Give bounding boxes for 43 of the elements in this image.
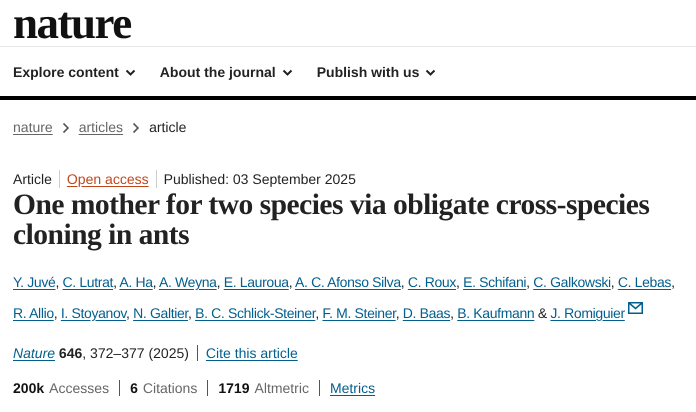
author-link[interactable]: C. Lebas [618, 274, 672, 290]
published-date: Published: 03 September 2025 [156, 170, 363, 188]
mail-icon[interactable] [628, 302, 643, 314]
author-link[interactable]: E. Lauroua [224, 274, 289, 290]
metric-label: Altmetric [254, 380, 309, 396]
author-link[interactable]: C. Lutrat [62, 274, 114, 290]
author-link[interactable]: B. Kaufmann [457, 305, 534, 321]
author-link[interactable]: R. Allio [13, 305, 54, 321]
cite-article-link[interactable]: Cite this article [198, 345, 298, 361]
author-link[interactable]: A. Weyna [158, 274, 217, 290]
metric-value: 200k [13, 380, 44, 396]
metric-value: 6 [130, 380, 138, 396]
author-link[interactable]: A. Ha [119, 274, 153, 290]
breadcrumb-link[interactable]: articles [78, 119, 124, 135]
metrics-link[interactable]: Metrics [318, 380, 376, 396]
author-link[interactable]: N. Galtier [133, 305, 188, 321]
nav-menu-button[interactable]: Explore content [13, 60, 136, 84]
author-link[interactable]: A. C. Afonso Silva [295, 274, 401, 290]
metric-label: Citations [142, 380, 198, 396]
author-link[interactable]: D. Baas [402, 305, 450, 321]
breadcrumb-current: article [149, 119, 186, 135]
author-link[interactable]: B. C. Schlick-Steiner [195, 305, 316, 321]
author-link[interactable]: I. Stoyanov [60, 305, 126, 321]
citation-text: Nature 646, 372–377 (2025) [13, 345, 198, 361]
journal-link[interactable]: Nature [13, 345, 56, 361]
journal-logo[interactable]: nature [0, 0, 144, 46]
nav-menu-button[interactable]: About the journal [160, 60, 293, 84]
open-access-link[interactable]: Open access [58, 170, 156, 188]
article-type: Article [13, 170, 53, 188]
nav-menu-button[interactable]: Publish with us [316, 60, 436, 84]
author-link[interactable]: E. Schifani [463, 274, 526, 290]
breadcrumb-link[interactable]: nature [13, 119, 53, 135]
author-list: Y. Juvé, C. Lutrat, A. Ha, A. Weyna, E. Lauroua, A. C. Afonso Silva, C. Roux, E. Schifani, C. Galkowski, C. Lebas, R. Allio, I. Stoyanov, N. Galtier, B. C. Schlick-Steiner, F. M. Steiner, D. Baas, B. Kaufmann & J. Romiguier [13, 267, 683, 329]
metric-value: 1719 [218, 380, 250, 396]
metric-label: Accesses [49, 380, 110, 396]
chevron-right-icon [132, 121, 140, 133]
author-link[interactable]: C. Galkowski [533, 274, 611, 290]
author-link[interactable]: F. M. Steiner [322, 305, 396, 321]
author-link[interactable]: C. Roux [408, 274, 456, 290]
author-link[interactable]: Y. Juvé [13, 274, 56, 290]
author-link[interactable]: J. Romiguier [550, 305, 625, 321]
article-title: One mother for two species via obligate cross-species cloning in ants [13, 190, 650, 250]
chevron-right-icon [62, 121, 70, 133]
